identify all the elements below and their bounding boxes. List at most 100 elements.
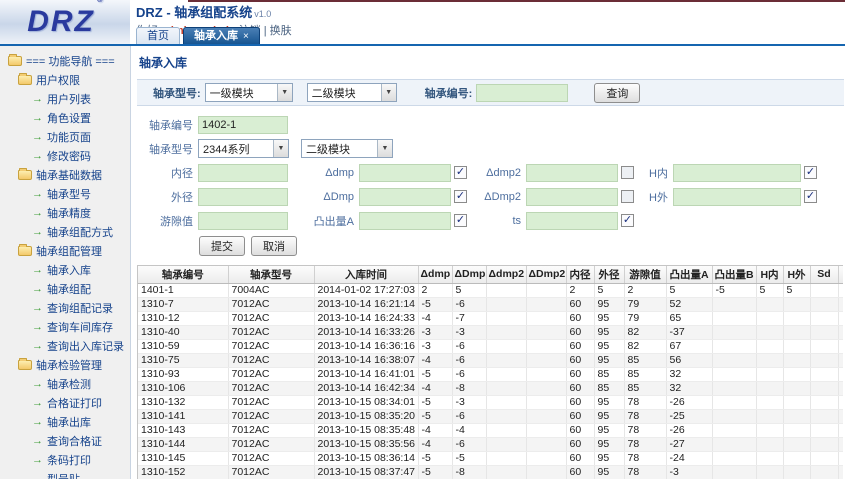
table-cell: -6 [452,367,486,381]
query-button[interactable]: 查询 [594,83,640,103]
table-row[interactable]: 1310-407012AC2013-10-14 16:33:26-3-36095… [138,325,843,339]
table-row[interactable]: 1310-1327012AC2013-10-15 08:34:01-5-3609… [138,395,843,409]
tab-home[interactable]: 首页 [136,27,180,44]
tab-bearing-inbound[interactable]: 轴承入库× [183,27,260,44]
cancel-button[interactable]: 取消 [251,236,297,256]
column-header[interactable]: Δdmp [418,266,452,283]
table-cell: -4 [418,311,452,325]
table-cell: -3 [418,325,452,339]
sidebar-item-label: 轴承入库 [47,262,91,278]
table-cell: 1310-144 [138,437,228,451]
form-serial-input[interactable] [198,116,288,134]
table-cell: -5 [418,409,452,423]
table-cell: 7012AC [228,325,314,339]
table-cell: 2013-10-15 08:34:01 [314,395,418,409]
form-module-select[interactable]: 二级模块▼ [301,139,393,158]
sidebar-item[interactable]: →轴承检测 [6,375,130,392]
table-row[interactable]: 1310-1447012AC2013-10-15 08:35:56-4-6609… [138,437,843,451]
column-header[interactable]: ΔDmp2 [526,266,566,283]
sidebar-item[interactable]: →角色设置 [6,109,130,126]
column-header[interactable]: 游隙值 [624,266,666,283]
table-row[interactable]: 1310-1437012AC2013-10-15 08:35:48-4-4609… [138,423,843,437]
field-label: 内径 [141,165,193,181]
field-input[interactable] [526,188,618,206]
sidebar-item[interactable]: →轴承精度 [6,204,130,221]
field-checkbox[interactable]: ✓ [454,214,467,227]
field-checkbox[interactable]: ✓ [454,190,467,203]
table-row[interactable]: 1310-127012AC2013-10-14 16:24:33-4-76095… [138,311,843,325]
column-header[interactable]: H外 [783,266,810,283]
sidebar-item[interactable]: →查询合格证 [6,432,130,449]
column-header[interactable]: Sd [810,266,838,283]
module-level2-select[interactable]: 二级模块▼ [307,83,397,102]
field-checkbox[interactable] [621,190,634,203]
sidebar-item[interactable]: →轴承出库 [6,413,130,430]
sidebar-item[interactable]: →型号贴 [6,470,130,479]
field-input[interactable] [673,164,801,182]
search-serial-input[interactable] [476,84,568,102]
table-cell: -3 [418,339,452,353]
column-header[interactable]: 凸出量A [666,266,712,283]
sidebar-item[interactable]: →轴承入库 [6,261,130,278]
inbound-table: 轴承编号轴承型号入库时间ΔdmpΔDmpΔdmp2ΔDmp2内径外径游隙值凸出量… [137,265,843,479]
column-header[interactable]: 外径 [594,266,624,283]
field-input[interactable] [673,188,801,206]
sidebar-item[interactable]: →条码打印 [6,451,130,468]
sidebar-item[interactable]: →轴承型号 [6,185,130,202]
submit-button[interactable]: 提交 [199,236,245,256]
table-row[interactable]: 1401-17004AC2014-01-02 17:27:03252525-55… [138,283,843,297]
sidebar-item[interactable]: →查询组配记录 [6,299,130,316]
table-cell [526,367,566,381]
series-select[interactable]: 2344系列▼ [198,139,289,158]
field-input[interactable] [359,212,451,230]
change-skin-link[interactable]: 换肤 [270,25,292,37]
table-row[interactable]: 1310-1527012AC2013-10-15 08:37:47-5-8609… [138,465,843,479]
field-checkbox[interactable]: ✓ [804,166,817,179]
sidebar-root[interactable]: === 功能导航 === [6,52,130,69]
table-row[interactable]: 1310-597012AC2013-10-14 16:36:16-3-66095… [138,339,843,353]
field-checkbox[interactable]: ✓ [804,190,817,203]
table-row[interactable]: 1310-937012AC2013-10-14 16:41:01-5-66085… [138,367,843,381]
sidebar-group[interactable]: 轴承基础数据 [6,166,130,183]
sidebar-item[interactable]: →查询车间库存 [6,318,130,335]
module-level1-select[interactable]: 一级模块▼ [205,83,293,102]
sidebar-item[interactable]: →修改密码 [6,147,130,164]
field-input[interactable] [526,212,618,230]
form-grid-row: 游隙值凸出量A✓ts✓ [141,210,845,231]
sidebar-item[interactable]: →查询出入库记录 [6,337,130,354]
column-header[interactable]: H内 [756,266,783,283]
sidebar-item[interactable]: →用户列表 [6,90,130,107]
column-header[interactable]: 凸出量B [712,266,756,283]
field-input[interactable] [359,188,451,206]
field-checkbox[interactable] [621,166,634,179]
sidebar-group[interactable]: 轴承检验管理 [6,356,130,373]
column-header[interactable]: 入库时间 [314,266,418,283]
sidebar-item[interactable]: →轴承组配 [6,280,130,297]
table-row[interactable]: 1310-77012AC2013-10-14 16:21:14-5-660957… [138,297,843,311]
sidebar-item[interactable]: →合格证打印 [6,394,130,411]
table-row[interactable]: 1310-757012AC2013-10-14 16:38:07-4-66095… [138,353,843,367]
sidebar-group[interactable]: 用户权限 [6,71,130,88]
chevron-down-icon: ▼ [273,140,288,157]
field-input[interactable] [359,164,451,182]
column-header[interactable]: 轴承编号 [138,266,228,283]
tab-close-icon[interactable]: × [243,31,249,42]
column-header[interactable]: Δdmp2 [486,266,526,283]
table-row[interactable]: 1310-1067012AC2013-10-14 16:42:34-4-8608… [138,381,843,395]
field-input[interactable] [198,188,288,206]
table-row[interactable]: 1310-1457012AC2013-10-15 08:36:14-5-5609… [138,451,843,465]
sidebar-item[interactable]: →轴承组配方式 [6,223,130,240]
field-checkbox[interactable]: ✓ [454,166,467,179]
field-input[interactable] [198,164,288,182]
sidebar-group[interactable]: 轴承组配管理 [6,242,130,259]
column-header[interactable]: 轴承型号 [228,266,314,283]
table-row[interactable]: 1310-1417012AC2013-10-15 08:35:20-5-6609… [138,409,843,423]
table-cell [756,423,783,437]
field-input[interactable] [526,164,618,182]
column-header[interactable]: SD [838,266,843,283]
field-checkbox[interactable]: ✓ [621,214,634,227]
column-header[interactable]: ΔDmp [452,266,486,283]
field-input[interactable] [198,212,288,230]
column-header[interactable]: 内径 [566,266,594,283]
sidebar-item[interactable]: →功能页面 [6,128,130,145]
